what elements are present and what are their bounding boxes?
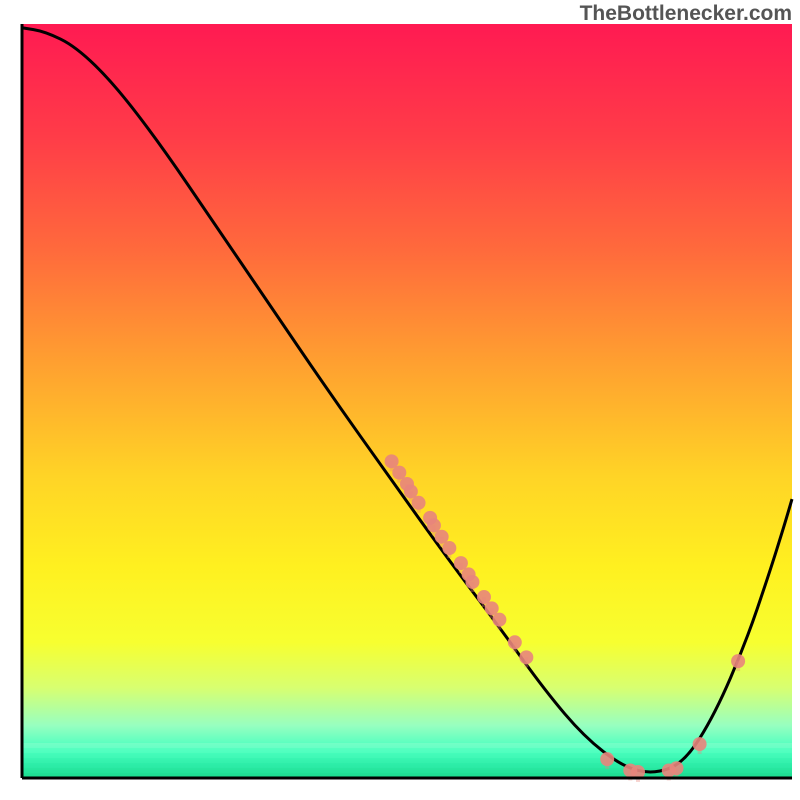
chart-svg [0,0,800,800]
chart-container: TheBottlenecker.com [0,0,800,800]
plot-background [22,24,792,778]
watermark-text: TheBottlenecker.com [580,2,792,26]
